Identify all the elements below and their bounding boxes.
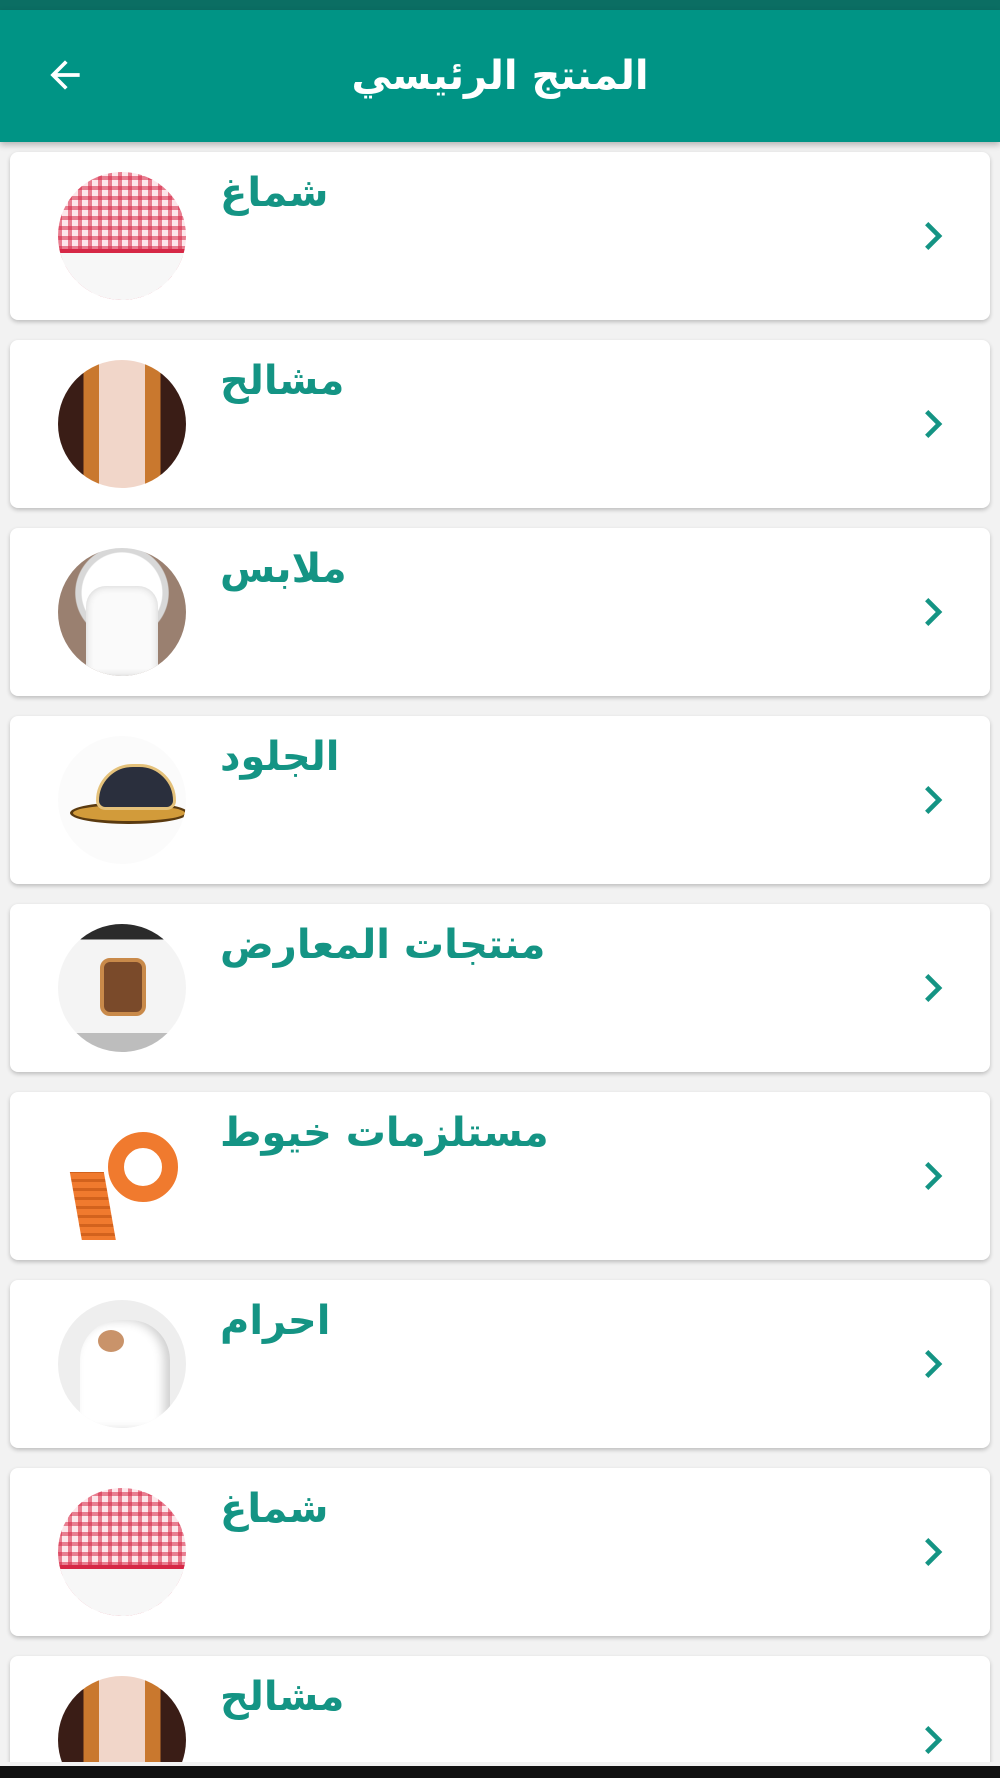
watch-set-image [46, 924, 198, 1052]
chevron-right-icon [925, 786, 943, 814]
chevron-right-icon [925, 1162, 943, 1190]
list-item[interactable]: شماغ [10, 152, 990, 320]
chevron-right-icon [925, 410, 943, 438]
list-item[interactable]: احرام [10, 1280, 990, 1448]
list-item-label: مشالح [220, 1674, 345, 1720]
list-item-label: احرام [220, 1298, 331, 1344]
chevron-right-icon [925, 1350, 943, 1378]
tshirt-image [46, 548, 198, 676]
list-item[interactable]: ملابس [10, 528, 990, 696]
list-item-label: ملابس [220, 546, 347, 592]
sandal-image [46, 736, 198, 864]
category-list: شماغ مشالح ملابس الجلود منتجات المعارض م… [0, 142, 1000, 1762]
bisht-image [46, 360, 198, 488]
list-item-label: شماغ [220, 170, 329, 216]
navigation-bar-strip [0, 1766, 1000, 1778]
list-item[interactable]: مستلزمات خيوط [10, 1092, 990, 1260]
back-button[interactable] [30, 40, 100, 110]
list-item-label: مستلزمات خيوط [220, 1110, 549, 1156]
bisht-image [46, 1676, 198, 1762]
list-item-label: الجلود [220, 734, 340, 780]
list-item[interactable]: مشالح [10, 340, 990, 508]
arrow-left-icon [50, 60, 80, 90]
chevron-right-icon [925, 598, 943, 626]
list-item[interactable]: مشالح [10, 1656, 990, 1762]
chevron-right-icon [925, 1726, 943, 1754]
list-item-label: منتجات المعارض [220, 922, 546, 968]
status-bar-strip [0, 0, 1000, 10]
list-item-label: مشالح [220, 358, 345, 404]
list-item[interactable]: الجلود [10, 716, 990, 884]
shemagh-image [46, 1488, 198, 1616]
chevron-right-icon [925, 1538, 943, 1566]
belt-roll-image [46, 1112, 198, 1240]
list-item-label: شماغ [220, 1486, 329, 1532]
list-item[interactable]: منتجات المعارض [10, 904, 990, 1072]
shemagh-image [46, 172, 198, 300]
page-title: المنتج الرئيسي [351, 53, 649, 99]
app-bar: المنتج الرئيسي [0, 10, 1000, 142]
list-item[interactable]: شماغ [10, 1468, 990, 1636]
ihram-image [46, 1300, 198, 1428]
chevron-right-icon [925, 974, 943, 1002]
chevron-right-icon [925, 222, 943, 250]
